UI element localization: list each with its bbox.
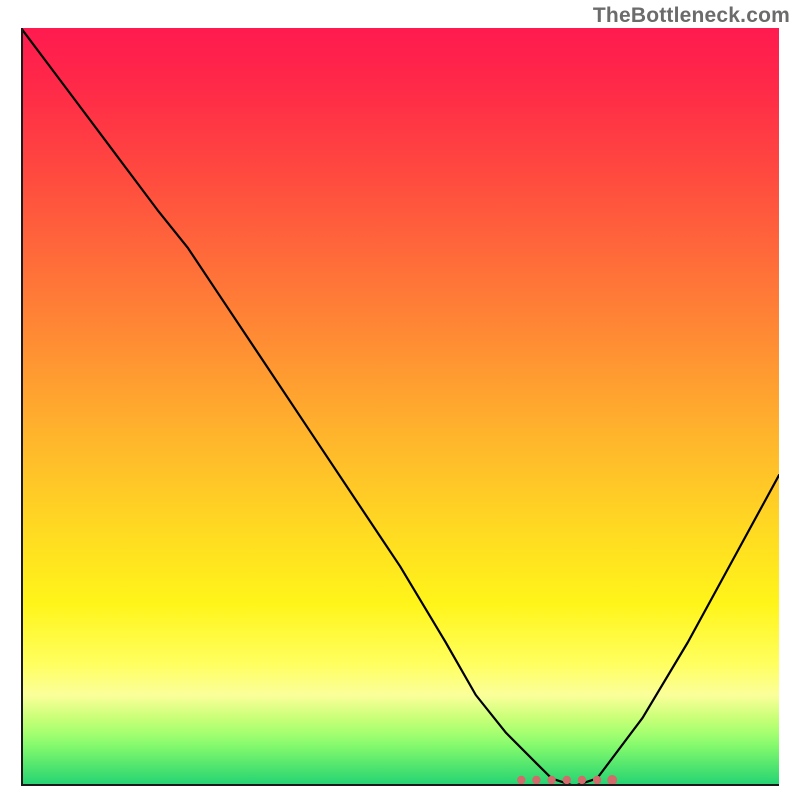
axes-frame <box>21 28 779 786</box>
chart-area <box>21 28 779 786</box>
watermark-label: TheBottleneck.com <box>593 4 790 28</box>
